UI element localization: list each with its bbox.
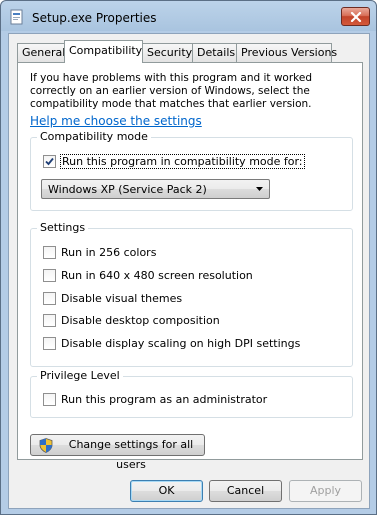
change-settings-all-users-label: Change settings for all users <box>68 438 194 471</box>
privilege-level-group-title: Privilege Level <box>37 369 123 382</box>
checkbox-unchecked[interactable] <box>43 313 56 327</box>
tab-security[interactable]: Security <box>142 43 193 62</box>
disable-visual-themes-checkbox[interactable]: Disable visual themes <box>43 290 182 306</box>
disable-dpi-scaling-checkbox[interactable]: Disable display scaling on high DPI sett… <box>43 335 300 351</box>
ok-button[interactable]: OK <box>130 480 203 502</box>
checkbox-unchecked[interactable] <box>43 336 56 350</box>
dropdown-arrow-icon <box>256 187 263 191</box>
title-bar[interactable]: Setup.exe Properties <box>1 1 376 34</box>
privilege-level-group: Privilege Level Run this program as an a… <box>30 369 353 418</box>
checkbox-label: Run in 640 x 480 screen resolution <box>61 268 253 282</box>
checkbox-label: Disable desktop composition <box>61 313 220 327</box>
compatibility-mode-group: Compatibility mode Run this program in c… <box>30 130 353 211</box>
dialog-client-area: General Compatibility Security Details P… <box>8 33 370 509</box>
settings-group-title: Settings <box>37 221 89 234</box>
intro-text: If you have problems with this program a… <box>30 72 313 110</box>
checkmark-icon <box>45 157 54 165</box>
checkbox-unchecked[interactable] <box>43 392 56 406</box>
close-icon <box>350 11 361 22</box>
run-640x480-checkbox[interactable]: Run in 640 x 480 screen resolution <box>43 267 253 283</box>
run-256-colors-checkbox[interactable]: Run in 256 colors <box>43 244 156 260</box>
checkbox-unchecked[interactable] <box>43 291 56 305</box>
properties-window: Setup.exe Properties General Compatibili… <box>0 0 377 515</box>
checkbox-unchecked[interactable] <box>43 245 56 259</box>
help-link[interactable]: Help me choose the settings <box>30 114 202 128</box>
compatibility-panel: If you have problems with this program a… <box>17 62 363 471</box>
application-icon <box>9 9 25 25</box>
tab-details[interactable]: Details <box>192 43 237 62</box>
apply-button[interactable]: Apply <box>289 480 362 502</box>
checkbox-label: Disable display scaling on high DPI sett… <box>61 336 301 350</box>
checkbox-label: Run this program as an administrator <box>61 392 268 406</box>
compatibility-mode-select[interactable]: Windows XP (Service Pack 2) <box>41 179 270 199</box>
tab-general[interactable]: General <box>17 43 65 62</box>
uac-shield-icon <box>39 438 53 453</box>
settings-group: Settings Run in 256 colors Run in 640 x … <box>30 221 353 367</box>
tab-previous-versions[interactable]: Previous Versions <box>236 43 337 62</box>
close-button[interactable] <box>341 7 370 26</box>
checkbox-checked[interactable] <box>43 154 56 168</box>
window-title: Setup.exe Properties <box>32 11 157 25</box>
compatibility-mode-checkbox[interactable]: Run this program in compatibility mode f… <box>43 153 305 169</box>
change-settings-all-users-button[interactable]: Change settings for all users <box>30 434 205 471</box>
checkbox-unchecked[interactable] <box>43 268 56 282</box>
disable-desktop-composition-checkbox[interactable]: Disable desktop composition <box>43 312 220 328</box>
run-as-admin-checkbox[interactable]: Run this program as an administrator <box>43 391 267 407</box>
cancel-button[interactable]: Cancel <box>209 480 282 502</box>
compatibility-mode-select-value: Windows XP (Service Pack 2) <box>48 183 207 196</box>
tab-compatibility[interactable]: Compatibility <box>64 40 143 63</box>
checkbox-label: Disable visual themes <box>61 291 183 305</box>
checkbox-label: Run in 256 colors <box>61 245 157 259</box>
compatibility-mode-checkbox-label: Run this program in compatibility mode f… <box>60 153 305 169</box>
compatibility-mode-group-title: Compatibility mode <box>37 130 151 143</box>
